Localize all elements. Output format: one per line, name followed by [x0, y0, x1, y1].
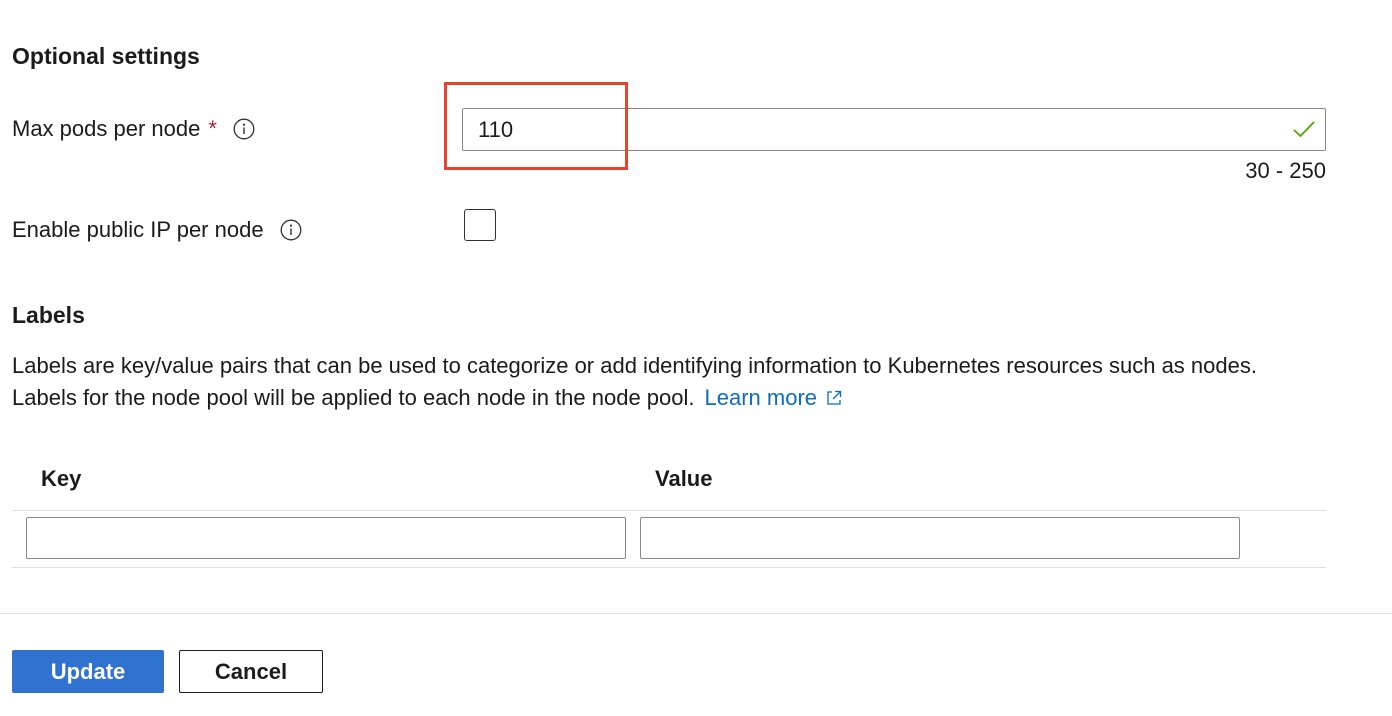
footer-divider [0, 613, 1392, 614]
learn-more-link[interactable]: Learn more [705, 382, 844, 414]
value-column-header: Value [655, 466, 713, 491]
labels-description-line2: Labels for the node pool will be applied… [12, 385, 695, 410]
table-row-divider [12, 567, 1326, 568]
settings-panel: Optional settings Max pods per node * 30… [0, 0, 1392, 716]
update-button[interactable]: Update [12, 650, 164, 693]
public-ip-label: Enable public IP per node [12, 217, 264, 242]
max-pods-label-row: Max pods per node * [12, 116, 255, 142]
public-ip-label-row: Enable public IP per node [12, 217, 302, 243]
public-ip-checkbox[interactable] [464, 209, 496, 241]
checkmark-icon [1292, 119, 1316, 139]
external-link-icon [825, 389, 843, 407]
label-key-input[interactable] [26, 517, 626, 559]
cancel-button[interactable]: Cancel [179, 650, 323, 693]
required-star: * [208, 116, 217, 141]
optional-settings-title: Optional settings [12, 43, 200, 69]
table-row [12, 511, 1326, 567]
labels-title: Labels [12, 302, 85, 328]
key-column-header: Key [41, 466, 82, 491]
labels-description-line1: Labels are key/value pairs that can be u… [12, 353, 1257, 378]
info-icon[interactable] [280, 219, 302, 241]
max-pods-label: Max pods per node [12, 116, 201, 141]
label-value-input[interactable] [640, 517, 1240, 559]
info-icon[interactable] [233, 118, 255, 140]
labels-description-line2-row: Labels for the node pool will be applied… [12, 382, 1257, 414]
max-pods-range-hint: 30 - 250 [1245, 158, 1326, 183]
highlight-box [444, 82, 628, 170]
labels-description: Labels are key/value pairs that can be u… [12, 350, 1257, 414]
learn-more-label: Learn more [704, 385, 818, 410]
